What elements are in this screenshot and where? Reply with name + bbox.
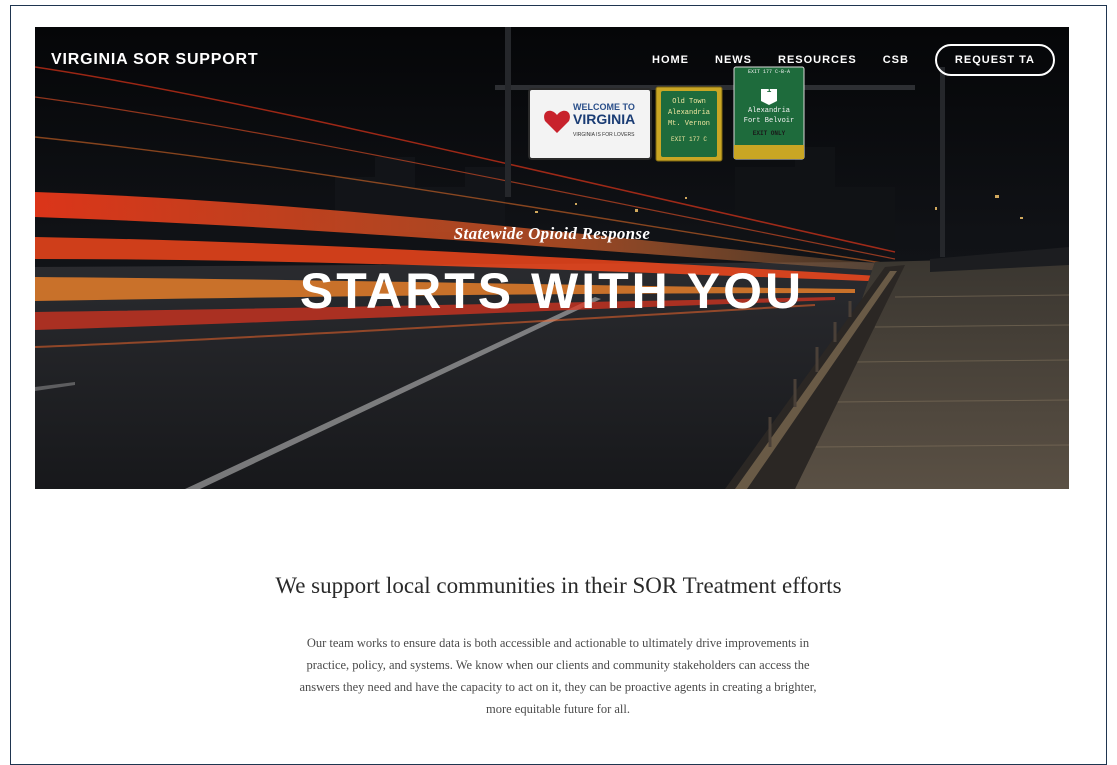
old-town-sign-line: Alexandria	[667, 109, 710, 117]
intro-heading: We support local communities in their SO…	[275, 573, 842, 598]
welcome-sign: WELCOME TO VIRGINIA VIRGINIA IS FOR LOVE…	[573, 102, 653, 138]
old-town-sign-exit: EXIT 177 C	[670, 136, 707, 143]
intro-body: Our team works to ensure data is both ac…	[299, 636, 817, 716]
route-shield-number: 1	[766, 86, 772, 95]
hero-banner: WELCOME TO VIRGINIA VIRGINIA IS FOR LOVE…	[35, 27, 1069, 489]
route-sign-line: Alexandria	[747, 107, 790, 115]
nav-news[interactable]: NEWS	[715, 54, 752, 66]
main-nav: HOME NEWS RESOURCES CSB REQUEST TA	[652, 44, 1055, 76]
welcome-sign-tag: VIRGINIA IS FOR LOVERS	[573, 132, 635, 138]
route-sign-line: Fort Belvoir	[743, 117, 795, 125]
nav-resources[interactable]: RESOURCES	[778, 54, 857, 66]
old-town-sign-line: Old Town	[672, 98, 706, 106]
hero-title: STARTS WITH YOU	[299, 263, 805, 319]
route-sign-exit-only: EXIT ONLY	[752, 130, 786, 137]
old-town-sign-line: Mt. Vernon	[667, 120, 710, 128]
nav-home[interactable]: HOME	[652, 54, 689, 66]
request-ta-button[interactable]: REQUEST TA	[934, 44, 1055, 76]
site-logo[interactable]: VIRGINIA SOR SUPPORT	[51, 51, 258, 69]
hero-background-image	[35, 27, 1069, 489]
hero-kicker: Statewide Opioid Response	[453, 224, 651, 243]
old-town-sign: Old Town Alexandria Mt. Vernon EXIT 177 …	[661, 97, 717, 145]
welcome-sign-line2: VIRGINIA	[573, 111, 636, 127]
nav-csb[interactable]: CSB	[883, 54, 909, 66]
route-sign: EXIT 177 C-B-A 1 Alexandria Fort Belvoir…	[734, 69, 804, 137]
